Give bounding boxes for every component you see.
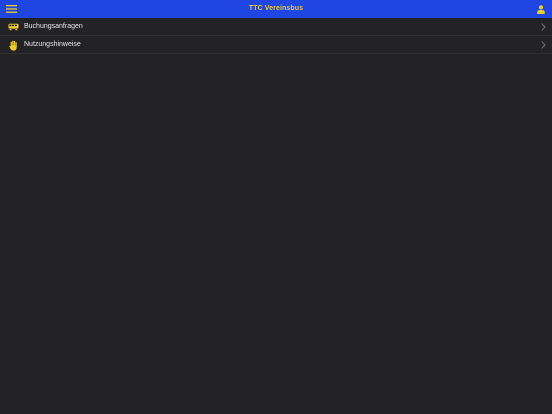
app-window: TTC Vereinsbus Buchungsanfragen Nutzungs… <box>0 0 552 414</box>
menu-list: Buchungsanfragen Nutzungshinweise <box>0 18 552 54</box>
chevron-right-icon <box>539 40 547 50</box>
list-item-label: Buchungsanfragen <box>24 23 83 30</box>
list-item-buchungsanfragen[interactable]: Buchungsanfragen <box>0 18 552 36</box>
list-item-nutzungshinweise[interactable]: Nutzungshinweise <box>0 36 552 54</box>
hand-icon <box>7 39 19 51</box>
chevron-right-icon <box>539 22 547 32</box>
bus-icon <box>7 21 19 33</box>
user-icon <box>537 4 545 14</box>
hamburger-menu-icon <box>5 5 17 13</box>
user-button[interactable] <box>534 2 548 16</box>
navigation-bar: TTC Vereinsbus <box>0 0 552 18</box>
menu-button[interactable] <box>4 2 18 16</box>
list-item-label: Nutzungshinweise <box>24 41 81 48</box>
page-title: TTC Vereinsbus <box>248 5 304 12</box>
